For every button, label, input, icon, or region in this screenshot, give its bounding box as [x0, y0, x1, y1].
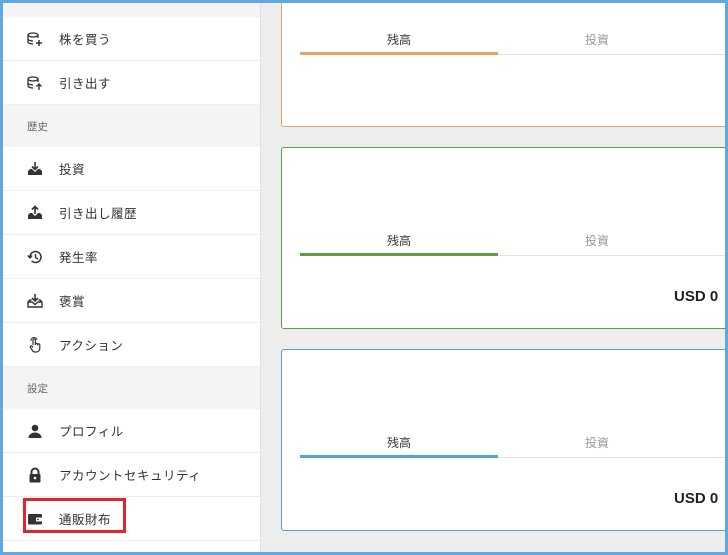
- sidebar-item-action[interactable]: アクション: [3, 323, 260, 367]
- section-header-settings: 設定: [3, 367, 260, 409]
- lock-icon: [27, 467, 43, 483]
- history-icon: [27, 249, 43, 265]
- sidebar-item-label: 発生率: [59, 250, 99, 265]
- balance-card-blue: 残高 投資 USD 0: [281, 349, 725, 531]
- tab-balance[interactable]: 残高: [300, 226, 498, 256]
- sidebar-top-strip: [3, 3, 260, 17]
- sidebar: 株を買う 引き出す 歴史 投資 引き出し履歴 発生率 褒賞 アクション 設定 プ…: [3, 3, 261, 552]
- app-window: 株を買う 引き出す 歴史 投資 引き出し履歴 発生率 褒賞 アクション 設定 プ…: [3, 3, 725, 552]
- sidebar-item-withdraw-history[interactable]: 引き出し履歴: [3, 191, 260, 235]
- sidebar-item-label: 引き出す: [59, 76, 112, 91]
- card-tabs: 残高 投資: [300, 226, 725, 256]
- sidebar-item-profile[interactable]: プロフィル: [3, 409, 260, 453]
- wallet-icon: [27, 511, 43, 527]
- card-tabs: 残高 投資: [300, 428, 725, 458]
- sidebar-item-withdraw[interactable]: 引き出す: [3, 61, 260, 105]
- inbox-download-icon: [27, 293, 43, 309]
- tap-hand-icon: [27, 336, 43, 353]
- sidebar-item-label: アカウントセキュリティ: [59, 468, 202, 483]
- sidebar-item-label: 褒賞: [59, 294, 86, 309]
- tab-balance[interactable]: 残高: [300, 428, 498, 458]
- card-tabs: 残高 投資: [300, 25, 725, 55]
- balance-card-green: 残高 投資 USD 0: [281, 147, 725, 329]
- balance-amount: USD 0: [674, 288, 719, 305]
- sidebar-item-label: 株を買う: [59, 32, 112, 47]
- section-header-history: 歴史: [3, 105, 260, 147]
- sidebar-item-label: 通販財布: [59, 512, 112, 527]
- tray-download-icon: [27, 161, 43, 177]
- tab-investment[interactable]: 投資: [498, 428, 696, 457]
- balance-card-orange: 残高 投資: [281, 3, 725, 127]
- database-plus-icon: [27, 31, 43, 47]
- sidebar-item-occurrence-rate[interactable]: 発生率: [3, 235, 260, 279]
- sidebar-item-label: 引き出し履歴: [59, 206, 138, 221]
- user-icon: [27, 423, 43, 439]
- sidebar-item-account-security[interactable]: アカウントセキュリティ: [3, 453, 260, 497]
- sidebar-item-investment[interactable]: 投資: [3, 147, 260, 191]
- sidebar-item-label: アクション: [59, 338, 124, 353]
- sidebar-item-label: 投資: [59, 162, 86, 177]
- database-arrow-icon: [27, 75, 43, 91]
- sidebar-item-label: プロフィル: [59, 424, 124, 439]
- tray-upload-icon: [27, 204, 43, 221]
- sidebar-item-wallet[interactable]: 通販財布: [3, 497, 260, 541]
- tab-investment[interactable]: 投資: [498, 226, 696, 255]
- balance-amount: USD 0: [674, 490, 719, 507]
- tab-balance[interactable]: 残高: [300, 25, 498, 55]
- sidebar-item-reward[interactable]: 褒賞: [3, 279, 260, 323]
- tab-investment[interactable]: 投資: [498, 25, 696, 54]
- sidebar-item-buy-stock[interactable]: 株を買う: [3, 17, 260, 61]
